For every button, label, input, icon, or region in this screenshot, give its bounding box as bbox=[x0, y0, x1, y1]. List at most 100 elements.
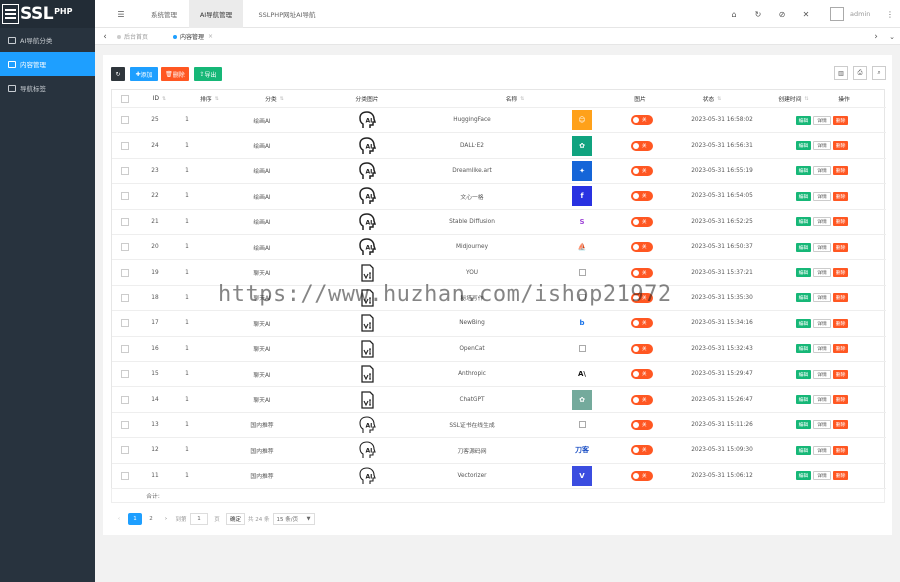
row-checkbox[interactable] bbox=[120, 192, 129, 201]
edit-button[interactable]: 编辑 bbox=[795, 445, 812, 455]
detail-button[interactable]: 详情 bbox=[813, 166, 831, 176]
edit-button[interactable]: 编辑 bbox=[795, 420, 812, 430]
row-delete-button[interactable]: 删除 bbox=[832, 445, 849, 455]
prev-page-button[interactable]: ‹ bbox=[113, 513, 125, 525]
per-page-select[interactable]: 15 条/页 ▼ bbox=[272, 513, 315, 525]
row-checkbox[interactable] bbox=[120, 293, 129, 302]
sidebar-item-1[interactable]: 内容管理 bbox=[0, 52, 95, 76]
menu-toggle-icon[interactable]: ☰ bbox=[111, 0, 131, 28]
row-checkbox[interactable] bbox=[120, 217, 129, 226]
more-icon[interactable]: ⋮ bbox=[880, 0, 900, 28]
status-switch[interactable]: 关 bbox=[631, 165, 653, 176]
tab-menu-icon[interactable]: ⌄ bbox=[885, 28, 899, 45]
column-header-0[interactable]: ID ⇅ bbox=[137, 90, 182, 107]
page-button-1[interactable]: 1 bbox=[128, 513, 142, 525]
top-nav-item-2[interactable]: SSLPHP网址AI导航 bbox=[247, 0, 327, 28]
avatar[interactable] bbox=[830, 7, 844, 21]
export-button[interactable]: ⇪ 导出 bbox=[194, 67, 222, 81]
top-nav-item-1[interactable]: AI导航管理 bbox=[189, 0, 243, 28]
sort-icon[interactable]: ⇅ bbox=[520, 96, 524, 102]
row-checkbox[interactable] bbox=[120, 370, 129, 379]
sort-icon[interactable]: ⇅ bbox=[280, 96, 284, 102]
status-switch[interactable]: 关 bbox=[631, 216, 653, 227]
row-delete-button[interactable]: 删除 bbox=[832, 293, 849, 303]
detail-button[interactable]: 详情 bbox=[813, 395, 831, 405]
row-delete-button[interactable]: 删除 bbox=[832, 369, 849, 379]
detail-button[interactable]: 详情 bbox=[813, 141, 831, 151]
refresh-table-button[interactable]: ↻ bbox=[111, 67, 125, 81]
edit-button[interactable]: 编辑 bbox=[795, 293, 812, 303]
goto-page-input[interactable]: 1 bbox=[190, 513, 208, 525]
status-switch[interactable]: 关 bbox=[631, 445, 653, 456]
detail-button[interactable]: 详情 bbox=[813, 445, 831, 455]
detail-button[interactable]: 详情 bbox=[813, 115, 831, 125]
row-delete-button[interactable]: 删除 bbox=[832, 115, 849, 125]
row-checkbox[interactable] bbox=[120, 268, 129, 277]
sort-icon[interactable]: ⇅ bbox=[717, 96, 721, 102]
edit-button[interactable]: 编辑 bbox=[795, 115, 812, 125]
goto-confirm-button[interactable]: 确定 bbox=[226, 513, 246, 525]
status-switch[interactable]: 关 bbox=[631, 343, 653, 354]
detail-button[interactable]: 详情 bbox=[813, 420, 831, 430]
detail-button[interactable]: 详情 bbox=[813, 191, 831, 201]
add-button[interactable]: ✚ 添加 bbox=[130, 67, 158, 81]
row-checkbox[interactable] bbox=[120, 166, 129, 175]
sort-icon[interactable]: ⇅ bbox=[162, 96, 166, 102]
edit-button[interactable]: 编辑 bbox=[795, 166, 812, 176]
sort-icon[interactable]: ⇅ bbox=[215, 96, 219, 102]
detail-button[interactable]: 详情 bbox=[813, 293, 831, 303]
edit-button[interactable]: 编辑 bbox=[795, 191, 812, 201]
edit-button[interactable]: 编辑 bbox=[795, 242, 812, 252]
tab-1[interactable]: 内容管理 × bbox=[173, 28, 213, 45]
tab-0[interactable]: 后台首页 bbox=[117, 28, 148, 45]
row-delete-button[interactable]: 删除 bbox=[832, 420, 849, 430]
column-header-1[interactable]: 排序 ⇅ bbox=[182, 90, 237, 107]
logo[interactable]: SSL PHP bbox=[0, 0, 95, 28]
edit-button[interactable]: 编辑 bbox=[795, 395, 812, 405]
column-header-6[interactable]: 状态 ⇅ bbox=[672, 90, 752, 107]
edit-button[interactable]: 编辑 bbox=[795, 268, 812, 278]
column-header-4[interactable]: 名称 ⇅ bbox=[422, 90, 608, 107]
next-page-button[interactable]: › bbox=[160, 513, 172, 525]
status-switch[interactable]: 关 bbox=[631, 191, 653, 202]
detail-button[interactable]: 详情 bbox=[813, 318, 831, 328]
status-switch[interactable]: 关 bbox=[631, 115, 653, 126]
edit-button[interactable]: 编辑 bbox=[795, 318, 812, 328]
tab-next-icon[interactable]: › bbox=[869, 28, 883, 45]
detail-button[interactable]: 详情 bbox=[813, 344, 831, 354]
row-delete-button[interactable]: 删除 bbox=[832, 242, 849, 252]
status-switch[interactable]: 关 bbox=[631, 419, 653, 430]
status-switch[interactable]: 关 bbox=[631, 242, 653, 253]
refresh-icon[interactable]: ↻ bbox=[748, 0, 768, 28]
delete-button[interactable]: 🗑 删除 bbox=[161, 67, 189, 81]
detail-button[interactable]: 详情 bbox=[813, 471, 831, 481]
row-delete-button[interactable]: 删除 bbox=[832, 318, 849, 328]
tab-close-icon[interactable]: × bbox=[208, 33, 213, 40]
row-checkbox[interactable] bbox=[120, 471, 129, 480]
page-button-2[interactable]: 2 bbox=[145, 513, 157, 525]
row-delete-button[interactable]: 删除 bbox=[832, 395, 849, 405]
username[interactable]: admin bbox=[850, 0, 870, 28]
detail-button[interactable]: 详情 bbox=[813, 217, 831, 227]
print-icon[interactable]: ⎙ bbox=[853, 66, 867, 80]
status-switch[interactable]: 关 bbox=[631, 470, 653, 481]
row-delete-button[interactable]: 删除 bbox=[832, 191, 849, 201]
search-icon[interactable]: ⌕ bbox=[872, 66, 886, 80]
home-icon[interactable]: ⌂ bbox=[724, 0, 744, 28]
edit-button[interactable]: 编辑 bbox=[795, 141, 812, 151]
edit-button[interactable]: 编辑 bbox=[795, 369, 812, 379]
status-switch[interactable]: 关 bbox=[631, 267, 653, 278]
row-delete-button[interactable]: 删除 bbox=[832, 344, 849, 354]
top-nav-item-0[interactable]: 系统管理 bbox=[139, 0, 189, 28]
row-delete-button[interactable]: 删除 bbox=[832, 268, 849, 278]
status-switch[interactable]: 关 bbox=[631, 140, 653, 151]
status-switch[interactable]: 关 bbox=[631, 394, 653, 405]
status-switch[interactable]: 关 bbox=[631, 369, 653, 380]
edit-button[interactable]: 编辑 bbox=[795, 217, 812, 227]
edit-button[interactable]: 编辑 bbox=[795, 471, 812, 481]
clear-cache-icon[interactable]: ⊘ bbox=[772, 0, 792, 28]
row-checkbox[interactable] bbox=[120, 319, 129, 328]
row-delete-button[interactable]: 删除 bbox=[832, 141, 849, 151]
select-all-checkbox[interactable] bbox=[120, 94, 129, 103]
column-header-2[interactable]: 分类 ⇅ bbox=[237, 90, 312, 107]
